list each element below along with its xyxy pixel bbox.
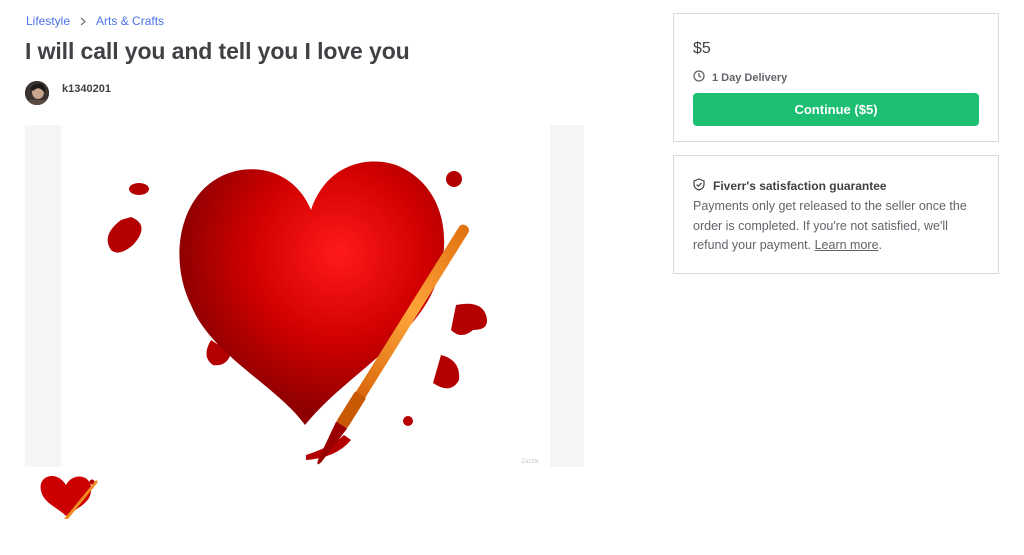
breadcrumb-arts-crafts[interactable]: Arts & Crafts — [96, 14, 164, 28]
breadcrumb: Lifestyle Arts & Crafts — [26, 14, 164, 28]
clock-icon — [693, 70, 705, 85]
delivery-info: 1 Day Delivery — [693, 70, 787, 85]
breadcrumb-lifestyle[interactable]: Lifestyle — [26, 14, 70, 28]
price: $5 — [693, 40, 711, 57]
seller-avatar[interactable] — [25, 81, 49, 105]
gallery-thumbnail[interactable] — [34, 472, 104, 522]
guarantee-card: Fiverr's satisfaction guarantee Payments… — [673, 155, 999, 274]
shield-check-icon — [693, 178, 705, 194]
chevron-right-icon — [80, 17, 87, 26]
image-watermark: Zazzle — [521, 459, 539, 465]
gig-gallery: Zazzle — [25, 125, 584, 467]
gallery-main-image[interactable]: Zazzle — [61, 125, 550, 467]
heart-paintbrush-image: Zazzle — [107, 161, 540, 465]
delivery-text: 1 Day Delivery — [712, 71, 788, 84]
guarantee-period: . — [878, 238, 883, 252]
seller-info: k1340201 — [25, 81, 111, 105]
guarantee-heading: Fiverr's satisfaction guarantee — [693, 178, 887, 194]
guarantee-text: Payments only get released to the seller… — [693, 197, 983, 256]
gig-title: I will call you and tell you I love you — [25, 38, 410, 64]
seller-name[interactable]: k1340201 — [62, 83, 111, 95]
guarantee-title: Fiverr's satisfaction guarantee — [713, 179, 887, 193]
pricing-card: $5 1 Day Delivery Continue ($5) — [673, 13, 999, 142]
learn-more-link[interactable]: Learn more — [815, 238, 879, 252]
continue-button[interactable]: Continue ($5) — [693, 93, 979, 126]
